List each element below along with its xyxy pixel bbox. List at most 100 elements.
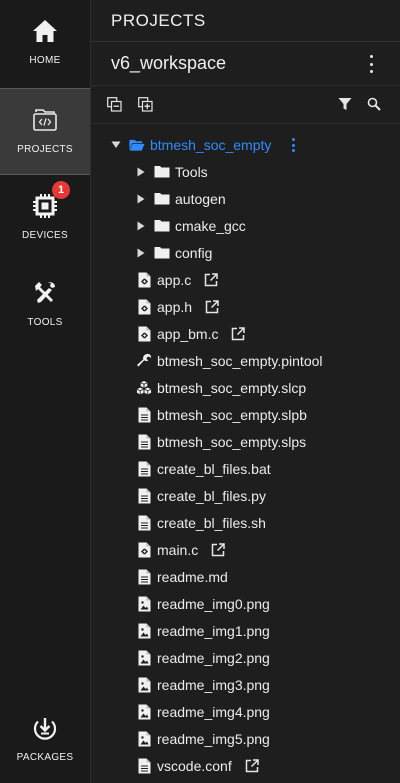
tree-file[interactable]: readme_img3.png: [91, 671, 400, 698]
tree-file-label: create_bl_files.py: [157, 487, 266, 504]
tree-file-label: readme_img3.png: [157, 676, 270, 693]
folder-open-icon: [129, 137, 145, 153]
panel-title: PROJECTS: [91, 0, 400, 42]
tree-file-label: readme_img4.png: [157, 703, 270, 720]
file-text-icon: [136, 407, 152, 423]
tree-file-label: vscode.conf: [157, 757, 232, 774]
image-file-icon: [136, 704, 152, 720]
tree-file-label: app_bm.c: [157, 325, 219, 342]
tree-file[interactable]: app.h: [91, 293, 400, 320]
tree-file[interactable]: create_bl_files.bat: [91, 455, 400, 482]
search-icon[interactable]: [367, 97, 383, 113]
tree-folder-label: Tools: [175, 163, 208, 180]
nav-home-label: HOME: [29, 55, 61, 66]
image-file-icon: [136, 623, 152, 639]
image-file-icon: [136, 596, 152, 612]
folder-icon: [154, 245, 170, 261]
file-text-icon: [136, 461, 152, 477]
tree-file-label: readme_img2.png: [157, 649, 270, 666]
tree-file[interactable]: btmesh_soc_empty.slpb: [91, 401, 400, 428]
chip-icon: 1: [30, 181, 70, 221]
folder-icon: [154, 191, 170, 207]
panel-toolbar: [91, 86, 400, 124]
open-external-icon[interactable]: [211, 542, 225, 557]
file-text-icon: [136, 488, 152, 504]
tree-file[interactable]: app.c: [91, 266, 400, 293]
nav-projects-label: PROJECTS: [17, 144, 73, 155]
chevron-down-icon[interactable]: [111, 140, 121, 150]
nav-packages-label: PACKAGES: [16, 752, 74, 763]
tree-file-label: create_bl_files.bat: [157, 460, 271, 477]
tree-file-label: btmesh_soc_empty.pintool: [157, 352, 323, 369]
nav-tools[interactable]: TOOLS: [0, 262, 90, 349]
tree-root-label: btmesh_soc_empty: [150, 136, 272, 153]
c-file-icon: [136, 542, 152, 558]
tree-file-label: readme_img0.png: [157, 595, 270, 612]
download-circle-icon: [30, 713, 60, 743]
nav-home[interactable]: HOME: [0, 0, 90, 87]
nav-packages[interactable]: PACKAGES: [0, 697, 90, 783]
tree-folder[interactable]: cmake_gcc: [91, 212, 400, 239]
folder-icon: [154, 218, 170, 234]
workspace-more-icon[interactable]: [364, 55, 378, 73]
tree-folder[interactable]: config: [91, 239, 400, 266]
home-icon: [30, 16, 60, 46]
tree-file-label: create_bl_files.sh: [157, 514, 266, 531]
tree-file[interactable]: readme_img0.png: [91, 590, 400, 617]
open-external-icon[interactable]: [204, 272, 218, 287]
tree-file-label: btmesh_soc_empty.slcp: [157, 379, 307, 396]
tree-file[interactable]: create_bl_files.sh: [91, 509, 400, 536]
tree-file-label: main.c: [157, 541, 199, 558]
tree-file-label: app.h: [157, 298, 193, 315]
c-file-icon: [136, 272, 152, 288]
tree-file[interactable]: app_bm.c: [91, 320, 400, 347]
folder-icon: [154, 164, 170, 180]
tree-file[interactable]: readme_img5.png: [91, 725, 400, 752]
chevron-right-icon[interactable]: [136, 194, 146, 204]
projects-icon: [30, 105, 60, 135]
tree-folder-label: config: [175, 244, 213, 261]
open-external-icon[interactable]: [245, 758, 259, 773]
tools-icon: [30, 278, 60, 308]
project-more-icon[interactable]: [292, 138, 296, 152]
nav-devices[interactable]: 1 DEVICES: [0, 175, 90, 262]
tree-file-label: app.c: [157, 271, 192, 288]
tree-root[interactable]: btmesh_soc_empty: [91, 131, 400, 158]
collapse-all-icon[interactable]: [107, 97, 123, 113]
c-file-icon: [136, 326, 152, 342]
filter-icon[interactable]: [338, 97, 354, 113]
open-external-icon[interactable]: [231, 326, 246, 341]
tree-file[interactable]: vscode.conf: [91, 752, 400, 779]
tree-file[interactable]: btmesh_soc_empty.slps: [91, 428, 400, 455]
tree-file[interactable]: create_bl_files.py: [91, 482, 400, 509]
chevron-right-icon[interactable]: [136, 221, 146, 231]
tree-file-label: readme.md: [157, 568, 228, 585]
tree-file-label: readme_img1.png: [157, 622, 270, 639]
open-external-icon[interactable]: [205, 299, 219, 314]
chevron-right-icon[interactable]: [136, 248, 146, 258]
activity-bar: HOME PROJECTS 1 DEVICES TOOLS PACKAGES: [0, 0, 91, 783]
tree-file[interactable]: readme.md: [91, 563, 400, 590]
image-file-icon: [136, 731, 152, 747]
tree-file[interactable]: readme_img2.png: [91, 644, 400, 671]
tree-file[interactable]: btmesh_soc_empty.slcp: [91, 374, 400, 401]
copy-icon[interactable]: [138, 97, 154, 113]
file-text-icon: [136, 569, 152, 585]
tree-file-label: btmesh_soc_empty.slpb: [157, 406, 307, 423]
cubes-icon: [136, 380, 152, 396]
chevron-right-icon[interactable]: [136, 167, 146, 177]
tree-file-label: readme_img5.png: [157, 730, 270, 747]
file-text-icon: [136, 515, 152, 531]
tree-file[interactable]: btmesh_soc_empty.pintool: [91, 347, 400, 374]
c-file-icon: [136, 299, 152, 315]
device-count-badge: 1: [52, 181, 70, 199]
tree-folder[interactable]: Tools: [91, 158, 400, 185]
tree-file[interactable]: readme_img1.png: [91, 617, 400, 644]
tree-file[interactable]: main.c: [91, 536, 400, 563]
tree-folder[interactable]: autogen: [91, 185, 400, 212]
image-file-icon: [136, 677, 152, 693]
tree-file[interactable]: readme_img4.png: [91, 698, 400, 725]
nav-tools-label: TOOLS: [27, 317, 63, 328]
nav-projects[interactable]: PROJECTS: [0, 88, 90, 175]
file-text-icon: [136, 434, 152, 450]
